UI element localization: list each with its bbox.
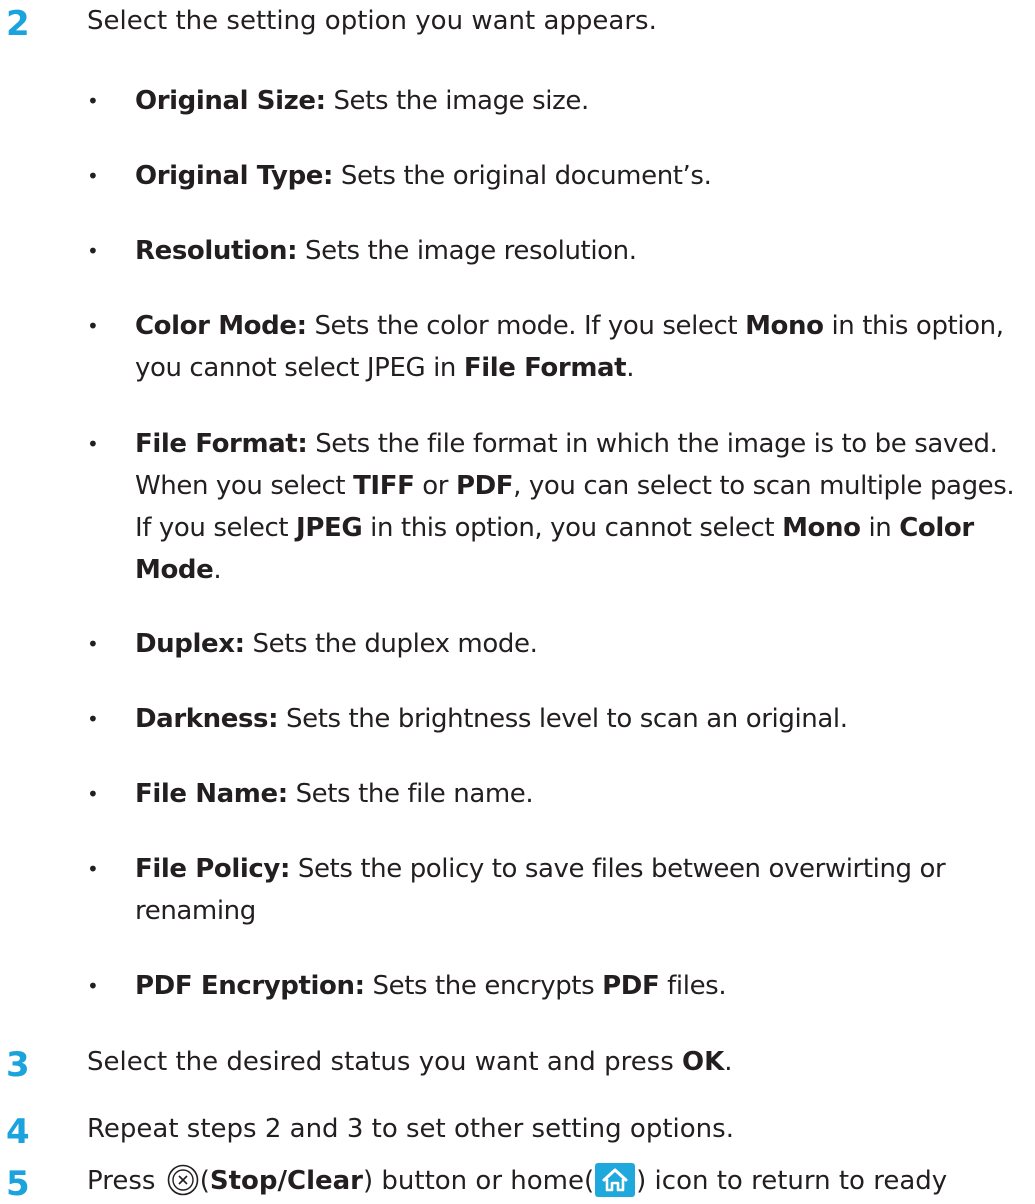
option-text: Sets the image size. <box>325 86 589 116</box>
step-text: ) icon to return to ready <box>636 1166 948 1196</box>
option-bold: PDF <box>455 471 514 501</box>
option-text: in this option, <box>823 311 1004 341</box>
step-number: 3 <box>6 1045 30 1085</box>
step-text: Repeat steps 2 and 3 to set other settin… <box>87 1114 734 1144</box>
option-label: Duplex: <box>135 629 245 659</box>
step-number: 4 <box>6 1112 30 1152</box>
bullet-dot: • <box>87 782 99 806</box>
option-label: File Policy: <box>135 854 290 884</box>
option-bold: Color <box>899 513 974 543</box>
option-bold: File Format <box>463 353 627 383</box>
option-label: File Name: <box>135 779 288 809</box>
option-text: or <box>414 471 456 501</box>
option-label: PDF Encryption: <box>135 971 365 1001</box>
option-text: files. <box>659 971 727 1001</box>
stop-clear-icon <box>167 1164 199 1196</box>
step-text: Press <box>87 1166 164 1196</box>
manual-page: 2 Select the setting option you want app… <box>0 0 1035 1203</box>
bullet-dot: • <box>87 239 99 263</box>
option-text: If you select <box>135 513 297 543</box>
option-label: Color Mode: <box>135 311 307 341</box>
option-text: Sets the brightness level to scan an ori… <box>278 704 848 734</box>
step-number: 2 <box>6 4 30 44</box>
step-text: Select the setting option you want appea… <box>87 6 657 36</box>
home-icon <box>595 1163 636 1197</box>
bullet-dot: • <box>87 89 99 113</box>
ok-label: OK <box>682 1047 725 1077</box>
bullet-dot: • <box>87 632 99 656</box>
option-text: renaming <box>135 896 256 926</box>
step-text: ) button or home( <box>362 1166 595 1196</box>
option-text: Sets the encrypts <box>364 971 603 1001</box>
option-text: . <box>626 353 635 383</box>
option-bold: Mono <box>745 311 824 341</box>
bullet-dot: • <box>87 432 99 456</box>
option-text: Sets the duplex mode. <box>244 629 538 659</box>
stop-clear-label: Stop/Clear <box>209 1166 363 1196</box>
option-label: Darkness: <box>135 704 279 734</box>
option-text: Sets the file format in which the image … <box>307 429 998 459</box>
option-bold: TIFF <box>353 471 415 501</box>
option-label: Original Type: <box>135 161 334 191</box>
option-text: Sets the policy to save files between ov… <box>289 854 946 884</box>
option-bold: Mono <box>782 513 861 543</box>
option-text: . <box>213 555 222 585</box>
option-label: File Format: <box>135 429 308 459</box>
option-text: in this option, you cannot select <box>362 513 783 543</box>
bullet-dot: • <box>87 164 99 188</box>
option-bold: Mode <box>135 555 214 585</box>
step-number: 5 <box>6 1164 30 1204</box>
option-text: Sets the file name. <box>287 779 534 809</box>
step-text: ( <box>199 1166 210 1196</box>
option-text: Sets the original document’s. <box>333 161 712 191</box>
option-text: , you can select to scan multiple pages. <box>513 471 1015 501</box>
option-bold: JPEG <box>296 513 363 543</box>
option-bold: PDF <box>602 971 660 1001</box>
bullet-dot: • <box>87 857 99 881</box>
option-label: Resolution: <box>135 236 298 266</box>
option-text: you cannot select JPEG in <box>135 353 464 383</box>
step-text: Select the desired status you want and p… <box>87 1047 683 1077</box>
option-label: Original Size: <box>135 86 326 116</box>
option-text: in <box>860 513 900 543</box>
bullet-dot: • <box>87 974 99 998</box>
bullet-dot: • <box>87 314 99 338</box>
option-text: When you select <box>135 471 354 501</box>
bullet-dot: • <box>87 707 99 731</box>
option-text: Sets the image resolution. <box>297 236 637 266</box>
option-text: Sets the color mode. If you select <box>306 311 746 341</box>
step-text: . <box>724 1047 733 1077</box>
